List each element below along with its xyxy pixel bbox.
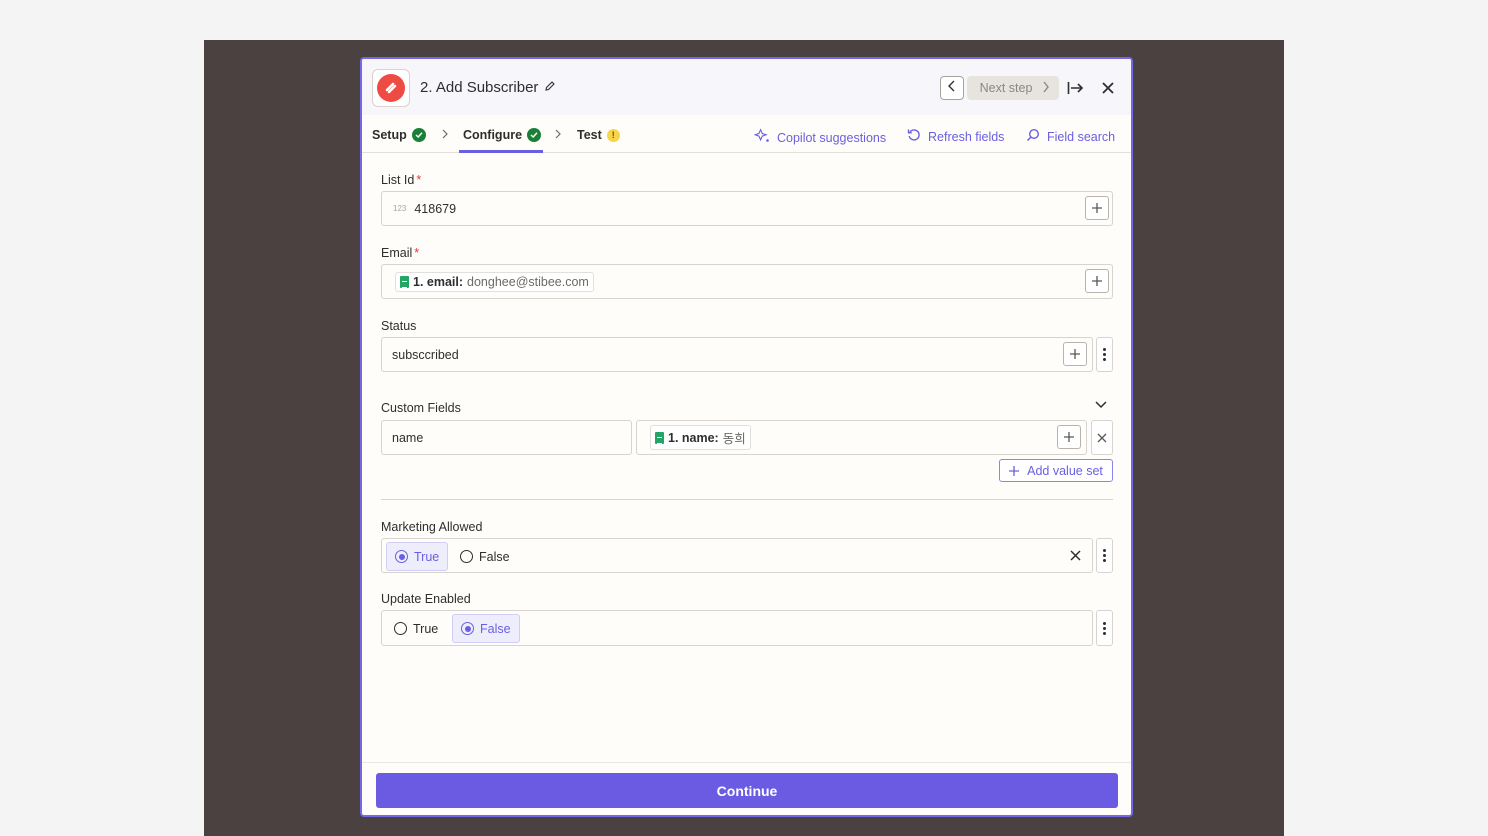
- update-enabled-more-options-icon[interactable]: [1096, 610, 1113, 646]
- email-mapped-value-pill[interactable]: 1. email: donghee@stibee.com: [395, 271, 594, 292]
- radio-label: True: [413, 621, 439, 636]
- marketing-allowed-label: Marketing Allowed: [381, 520, 483, 534]
- refresh-fields-label: Refresh fields: [928, 129, 1005, 144]
- section-divider: [381, 499, 1113, 500]
- chevron-right-icon: [441, 127, 451, 141]
- list-id-label: List Id *: [381, 173, 421, 187]
- pill-key: 1. name:: [668, 430, 719, 445]
- plus-icon: [1009, 465, 1020, 476]
- plus-icon: [1070, 349, 1080, 359]
- email-label-text: Email: [381, 246, 413, 260]
- google-sheets-icon: [655, 431, 664, 444]
- add-value-set-button[interactable]: Add value set: [999, 459, 1113, 482]
- status-more-options-icon[interactable]: [1096, 337, 1113, 372]
- sparkle-icon: [753, 128, 770, 147]
- list-id-label-text: List Id: [381, 173, 415, 187]
- radio-label: True: [414, 549, 440, 564]
- close-icon[interactable]: [1098, 76, 1118, 100]
- marketing-allowed-false-radio[interactable]: False: [452, 542, 518, 571]
- tab-setup[interactable]: Setup: [372, 128, 426, 142]
- update-enabled-false-radio[interactable]: False: [452, 614, 520, 643]
- radio-label: False: [480, 621, 511, 636]
- marketing-allowed-more-options-icon[interactable]: [1096, 538, 1113, 573]
- close-icon: [1097, 433, 1107, 442]
- status-label: Status: [381, 319, 417, 333]
- field-search-button[interactable]: Field search: [1026, 128, 1115, 145]
- active-tab-indicator: [459, 150, 543, 153]
- list-id-field[interactable]: 123 418679: [381, 191, 1113, 226]
- add-value-set-label: Add value set: [1027, 463, 1103, 478]
- check-circle-icon: [527, 128, 542, 142]
- step-title[interactable]: 2. Add Subscriber: [420, 79, 556, 96]
- check-circle-icon: [411, 128, 426, 142]
- custom-field-key-value: name: [392, 430, 424, 445]
- radio-label: False: [479, 549, 510, 564]
- refresh-fields-button[interactable]: Refresh fields: [907, 128, 1004, 145]
- status-value: subsccribed: [392, 347, 459, 362]
- next-step-button[interactable]: Next step: [967, 76, 1059, 100]
- step-editor-panel: 2. Add Subscriber Next step Setup Config…: [360, 57, 1133, 817]
- pill-value: 동희: [722, 432, 746, 446]
- plus-icon: [1064, 432, 1074, 442]
- pill-key: 1. email:: [413, 274, 464, 289]
- copilot-suggestions-label: Copilot suggestions: [777, 130, 887, 145]
- copilot-suggestions-button[interactable]: Copilot suggestions: [753, 128, 887, 147]
- number-type-icon: 123: [393, 204, 407, 213]
- marketing-allowed-radio-group: True False: [381, 538, 1093, 573]
- chevron-down-icon[interactable]: [1094, 397, 1108, 415]
- radio-selected-icon: [461, 622, 474, 635]
- tab-test-label: Test: [577, 128, 602, 142]
- chevron-left-icon: [947, 79, 957, 97]
- radio-selected-icon: [395, 550, 408, 563]
- warning-icon: !: [606, 128, 620, 142]
- remove-row-button[interactable]: [1091, 420, 1113, 455]
- pill-value: donghee@stibee.com: [467, 274, 589, 289]
- tab-configure-label: Configure: [463, 128, 523, 142]
- marketing-allowed-true-radio[interactable]: True: [386, 542, 449, 571]
- previous-step-button[interactable]: [940, 76, 964, 100]
- email-field[interactable]: 1. email: donghee@stibee.com: [381, 264, 1113, 299]
- update-enabled-radio-group: True False: [381, 610, 1093, 646]
- panel-footer: Continue: [362, 762, 1131, 815]
- collapse-panel-icon[interactable]: [1066, 76, 1086, 100]
- update-enabled-true-radio[interactable]: True: [386, 614, 446, 643]
- insert-data-button[interactable]: [1085, 269, 1109, 293]
- step-title-text: 2. Add Subscriber: [420, 79, 539, 96]
- plus-icon: [1092, 276, 1102, 286]
- custom-fields-label: Custom Fields: [381, 401, 461, 415]
- step-tabs: Setup Configure Test ! Copilot suggestio…: [362, 115, 1131, 153]
- update-enabled-label: Update Enabled: [381, 592, 471, 606]
- refresh-icon: [907, 128, 921, 145]
- list-id-value: 418679: [414, 201, 457, 216]
- name-mapped-value-pill[interactable]: 1. name: 동희: [650, 425, 751, 450]
- stibee-logo-icon: [377, 74, 405, 102]
- plus-icon: [1092, 203, 1102, 213]
- pencil-icon[interactable]: [544, 79, 556, 96]
- google-sheets-icon: [400, 275, 409, 288]
- status-field[interactable]: subsccribed: [381, 337, 1093, 372]
- chevron-right-icon: [554, 127, 564, 141]
- tab-setup-label: Setup: [372, 128, 407, 142]
- required-marker: *: [416, 173, 422, 187]
- insert-data-button[interactable]: [1063, 342, 1087, 366]
- insert-data-button[interactable]: [1057, 425, 1081, 449]
- field-search-label: Field search: [1047, 129, 1116, 144]
- next-step-label: Next step: [979, 81, 1033, 95]
- custom-field-value-input[interactable]: 1. name: 동희: [636, 420, 1087, 455]
- tab-test[interactable]: Test !: [577, 128, 620, 142]
- insert-data-button[interactable]: [1085, 196, 1109, 220]
- app-icon: [372, 69, 410, 107]
- panel-header: 2. Add Subscriber Next step: [362, 59, 1131, 115]
- required-marker: *: [414, 246, 420, 260]
- radio-unselected-icon: [394, 622, 407, 635]
- radio-unselected-icon: [460, 550, 473, 563]
- search-icon: [1026, 128, 1040, 145]
- chevron-right-icon: [1042, 81, 1050, 96]
- custom-field-key-input[interactable]: name: [381, 420, 632, 455]
- tab-configure[interactable]: Configure: [463, 128, 542, 142]
- clear-selection-icon[interactable]: [1070, 550, 1081, 564]
- email-label: Email *: [381, 246, 419, 260]
- continue-button[interactable]: Continue: [376, 773, 1118, 808]
